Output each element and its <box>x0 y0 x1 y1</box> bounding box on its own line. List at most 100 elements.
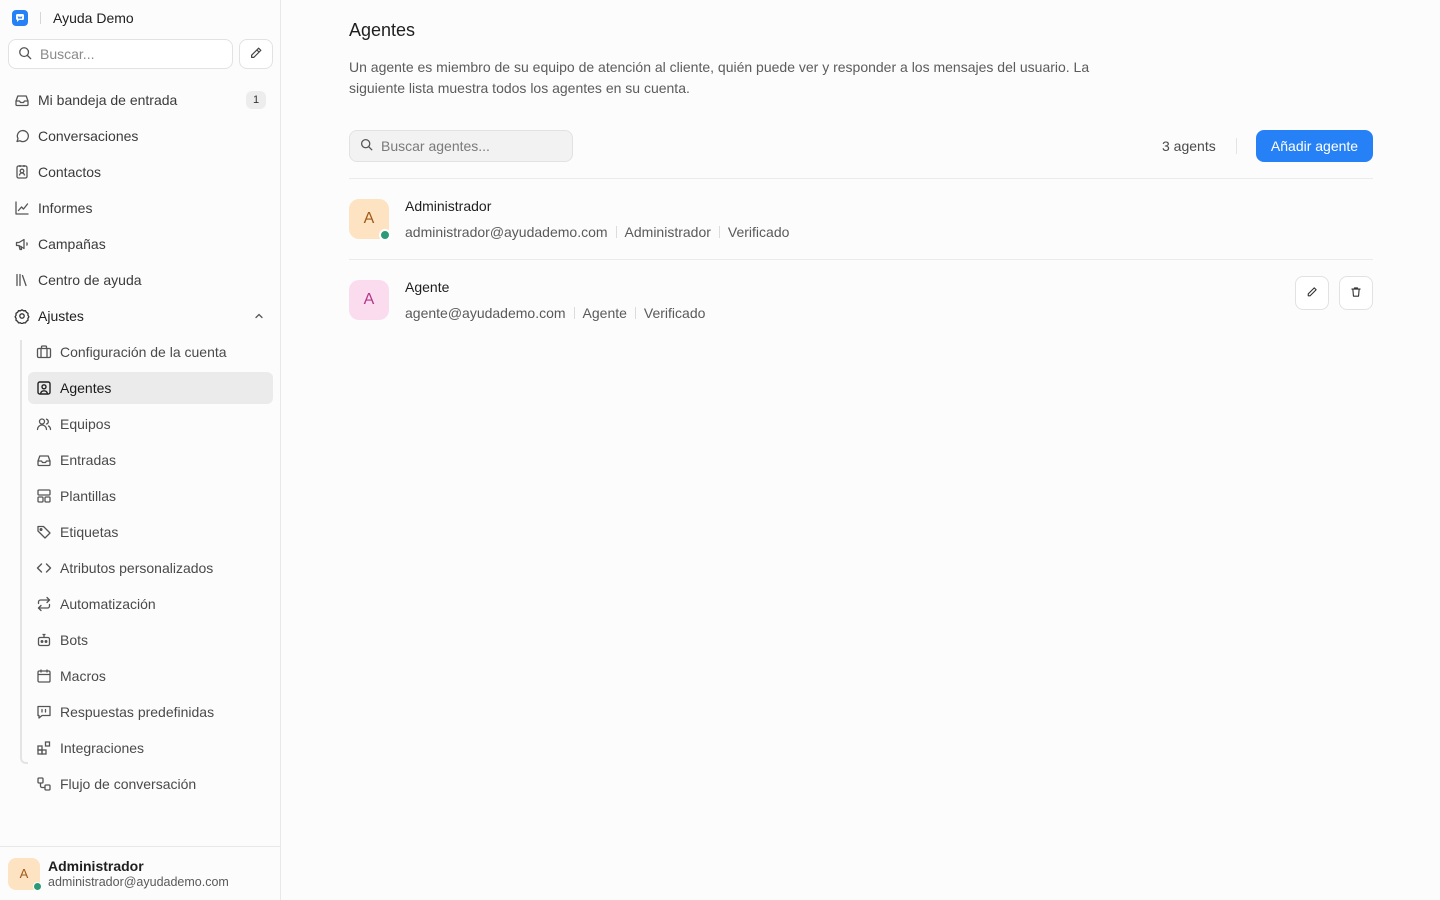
divider <box>1236 138 1237 154</box>
settings-subnav: Configuración de la cuenta Agentes Equip… <box>20 336 273 804</box>
sidebar-item-label: Equipos <box>60 416 111 432</box>
sidebar-item-settings[interactable]: Ajustes <box>8 298 273 334</box>
search-icon <box>360 138 373 154</box>
inbox-icon <box>14 92 30 108</box>
sidebar-item-macros[interactable]: Macros <box>28 660 273 692</box>
sidebar-item-label: Respuestas predefinidas <box>60 704 215 720</box>
pencil-icon <box>1306 285 1318 301</box>
pencil-icon <box>249 46 263 63</box>
sidebar-item-label: Centro de ayuda <box>38 272 142 288</box>
compose-button[interactable] <box>239 39 273 69</box>
agent-row: A Administrador administrador@ayudademo.… <box>349 178 1373 259</box>
sidebar-item-label: Atributos personalizados <box>60 560 214 576</box>
search-icon <box>18 46 32 63</box>
blocks-icon <box>36 740 52 756</box>
sidebar-item-reports[interactable]: Informes <box>8 190 273 226</box>
sidebar-item-inboxes[interactable]: Entradas <box>28 444 273 476</box>
agent-meta: administrador@ayudademo.com Administrado… <box>405 224 789 240</box>
sidebar-item-integrations[interactable]: Integraciones <box>28 732 273 764</box>
layout-template-icon <box>36 488 52 504</box>
agent-role: Administrador <box>624 224 711 240</box>
sidebar-search-input[interactable] <box>40 46 220 62</box>
inbox-icon <box>36 452 52 468</box>
brand[interactable]: Ayuda Demo <box>12 9 134 27</box>
sidebar-item-campaigns[interactable]: Campañas <box>8 226 273 262</box>
sidebar-item-label: Configuración de la cuenta <box>60 344 227 360</box>
trash-icon <box>1350 285 1362 301</box>
sidebar-item-custom-attributes[interactable]: Atributos personalizados <box>28 552 273 584</box>
user-square-icon <box>36 380 52 396</box>
add-agent-button[interactable]: Añadir agente <box>1256 130 1373 162</box>
brand-name: Ayuda Demo <box>53 10 134 26</box>
sidebar-item-label: Contactos <box>38 164 102 180</box>
divider <box>634 307 636 319</box>
sidebar-item-templates[interactable]: Plantillas <box>28 480 273 512</box>
page-description: Un agente es miembro de su equipo de ate… <box>349 59 1090 96</box>
sidebar-item-automation[interactable]: Automatización <box>28 588 273 620</box>
brand-divider <box>40 12 41 24</box>
unread-badge: 1 <box>246 91 266 109</box>
divider <box>573 307 575 319</box>
sidebar-item-conversation-flow[interactable]: Flujo de conversación <box>28 768 273 800</box>
chat-bubble-icon <box>14 128 30 144</box>
tags-icon <box>36 524 52 540</box>
delete-agent-button[interactable] <box>1339 276 1373 310</box>
avatar-initial: A <box>19 866 29 881</box>
agent-name: Administrador <box>405 198 492 214</box>
agent-avatar: A <box>349 280 389 320</box>
edit-agent-button[interactable] <box>1295 276 1329 310</box>
code-icon <box>36 560 52 576</box>
online-status-dot <box>33 881 42 891</box>
sidebar-item-bots[interactable]: Bots <box>28 624 273 656</box>
agent-search-input[interactable] <box>381 138 561 154</box>
sidebar-item-conversations[interactable]: Conversaciones <box>8 118 273 154</box>
agent-list: A Administrador administrador@ayudademo.… <box>349 178 1373 340</box>
sidebar-item-account-settings[interactable]: Configuración de la cuenta <box>28 336 273 368</box>
agent-name: Agente <box>405 279 450 295</box>
agent-count: 3 agents <box>1162 138 1216 154</box>
profile-name: Administrador <box>48 857 144 874</box>
sidebar-item-contacts[interactable]: Contactos <box>8 154 273 190</box>
briefcase-icon <box>36 344 52 360</box>
sidebar-item-label: Macros <box>60 668 106 684</box>
sidebar-item-label: Etiquetas <box>60 524 119 540</box>
sidebar-item-label: Agentes <box>60 380 112 396</box>
sidebar-item-label: Entradas <box>60 452 117 468</box>
sidebar-item-label: Automatización <box>60 596 156 612</box>
sidebar-search[interactable] <box>8 39 233 69</box>
sidebar-item-inbox[interactable]: Mi bandeja de entrada 1 <box>8 82 273 118</box>
divider <box>718 226 720 238</box>
agent-avatar: A <box>349 199 391 241</box>
settings-icon <box>14 308 30 324</box>
agent-email: agente@ayudademo.com <box>405 305 566 321</box>
calendar-icon <box>36 668 52 684</box>
agent-search[interactable] <box>349 130 573 162</box>
divider <box>615 226 617 238</box>
logo-icon <box>12 10 28 26</box>
repeat-icon <box>36 596 52 612</box>
sidebar-item-teams[interactable]: Equipos <box>28 408 273 440</box>
page-title: Agentes <box>349 20 416 40</box>
agent-status: Verificado <box>643 305 706 321</box>
library-icon <box>14 272 30 288</box>
sidebar-item-label: Mi bandeja de entrada <box>38 92 178 108</box>
profile-menu[interactable]: A Administrador administrador@ayudademo.… <box>0 846 280 900</box>
agent-row: A Agente agente@ayudademo.com Agente Ver… <box>349 259 1373 340</box>
line-chart-icon <box>14 200 30 216</box>
sidebar-item-label: Informes <box>38 200 93 216</box>
profile-email: administrador@ayudademo.com <box>48 874 229 889</box>
chevron-up-icon[interactable] <box>253 309 265 325</box>
sidebar-item-agents[interactable]: Agentes <box>28 372 273 404</box>
sidebar-item-label: Campañas <box>38 236 106 252</box>
agent-avatar-initial: A <box>363 210 375 227</box>
sidebar-item-label: Bots <box>60 632 89 648</box>
sidebar: Ayuda Demo Mi bandeja de entrada 1 Conve… <box>0 0 281 900</box>
sidebar-item-labels[interactable]: Etiquetas <box>28 516 273 548</box>
sidebar-item-help-center[interactable]: Centro de ayuda <box>8 262 273 298</box>
bot-icon <box>36 632 52 648</box>
contact-card-icon <box>14 164 30 180</box>
sidebar-item-canned-responses[interactable]: Respuestas predefinidas <box>28 696 273 728</box>
agent-actions <box>1295 276 1373 310</box>
main-nav: Mi bandeja de entrada 1 Conversaciones C… <box>8 82 273 334</box>
megaphone-icon <box>14 236 30 252</box>
